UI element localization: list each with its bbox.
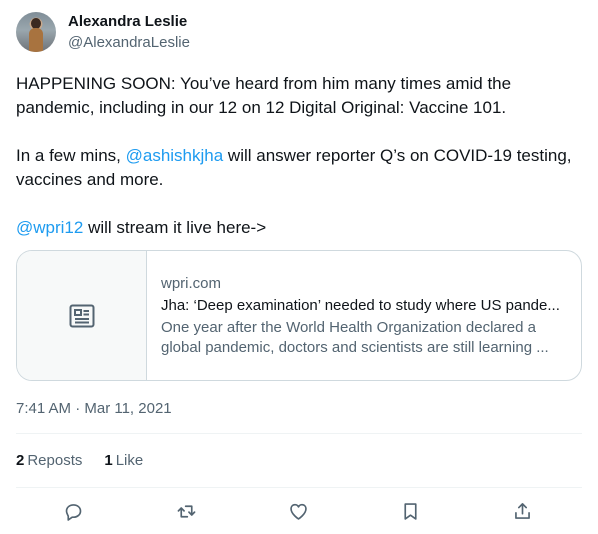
- action-bar: [0, 496, 598, 526]
- repost-button[interactable]: [171, 496, 201, 526]
- tweet-text: HAPPENING SOON: You’ve heard from him ma…: [16, 72, 586, 240]
- avatar-figure: [29, 28, 43, 52]
- likes-label: Like: [115, 452, 144, 469]
- tweet-paragraph-1: HAPPENING SOON: You’ve heard from him ma…: [16, 74, 512, 117]
- share-icon: [514, 502, 530, 519]
- tweet-paragraph-3-suffix: will stream it live here->: [83, 218, 267, 237]
- link-card-title: Jha: ‘Deep examination’ needed to study …: [161, 296, 560, 314]
- tweet-paragraph-3: @wpri12 will stream it live here->: [16, 216, 586, 240]
- author-handle[interactable]: @AlexandraLeslie: [68, 34, 190, 52]
- link-card-description: One year after the World Health Organiza…: [161, 318, 549, 356]
- share-button[interactable]: [507, 496, 537, 526]
- divider-top: [16, 433, 582, 434]
- like-icon: [289, 503, 307, 520]
- likes-count: 1: [104, 452, 113, 469]
- bookmark-icon: [403, 502, 417, 520]
- reposts-label: Reposts: [27, 452, 83, 469]
- article-icon: [69, 304, 94, 327]
- tweet-paragraph-2: In a few mins, @ashishkjha will answer r…: [16, 144, 586, 192]
- link-card-thumbnail: [17, 251, 147, 380]
- repost-icon: [177, 504, 195, 518]
- timestamp[interactable]: 7:41 AM · Mar 11, 2021: [16, 399, 172, 419]
- likes-stat[interactable]: 1 Like: [104, 451, 143, 471]
- reposts-stat[interactable]: 2 Reposts: [16, 451, 82, 471]
- link-card[interactable]: wpri.com Jha: ‘Deep examination’ needed …: [16, 250, 582, 381]
- tweet: Alexandra Leslie @AlexandraLeslie HAPPEN…: [0, 0, 598, 534]
- engagement-stats: 2 Reposts 1 Like: [16, 451, 143, 471]
- link-card-domain: wpri.com: [161, 274, 222, 292]
- author-name[interactable]: Alexandra Leslie: [68, 13, 187, 31]
- link-card-body: wpri.com Jha: ‘Deep examination’ needed …: [147, 251, 581, 380]
- reposts-count: 2: [16, 452, 25, 469]
- reply-button[interactable]: [58, 496, 88, 526]
- mention-wpri12[interactable]: @wpri12: [16, 218, 83, 237]
- bookmark-button[interactable]: [395, 496, 425, 526]
- mention-ashishkjha[interactable]: @ashishkjha: [126, 146, 224, 165]
- like-button[interactable]: [283, 496, 313, 526]
- reply-icon: [65, 503, 81, 521]
- divider-bottom: [16, 487, 582, 488]
- tweet-paragraph-2-prefix: In a few mins,: [16, 146, 126, 165]
- avatar[interactable]: [16, 12, 56, 52]
